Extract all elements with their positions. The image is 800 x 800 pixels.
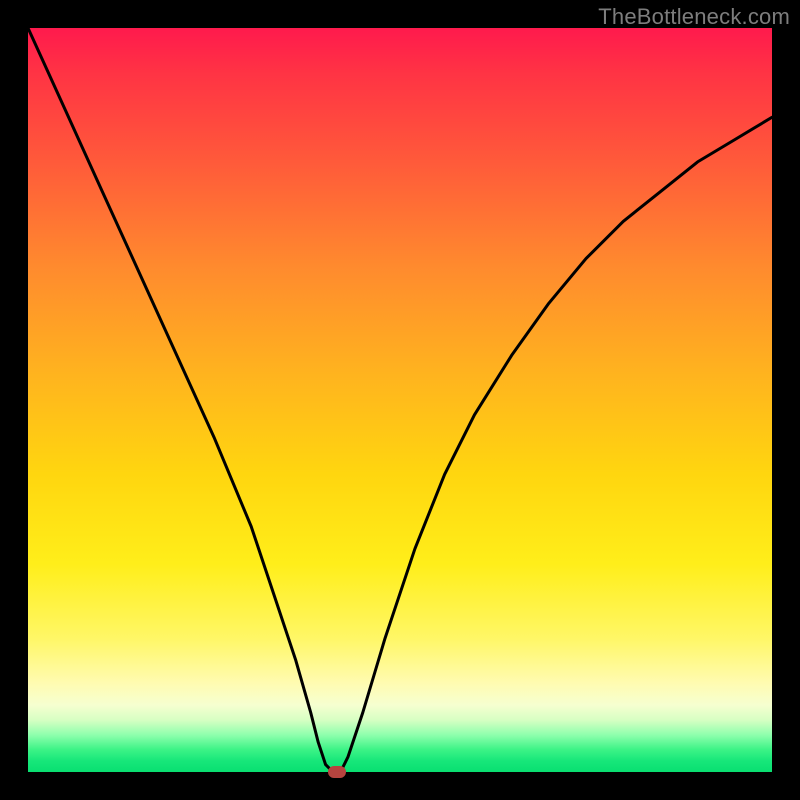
optimal-point-marker [328,766,346,778]
watermark-text: TheBottleneck.com [598,4,790,30]
bottleneck-curve [28,28,772,772]
plot-area [28,28,772,772]
curve-svg [28,28,772,772]
chart-frame: TheBottleneck.com [0,0,800,800]
